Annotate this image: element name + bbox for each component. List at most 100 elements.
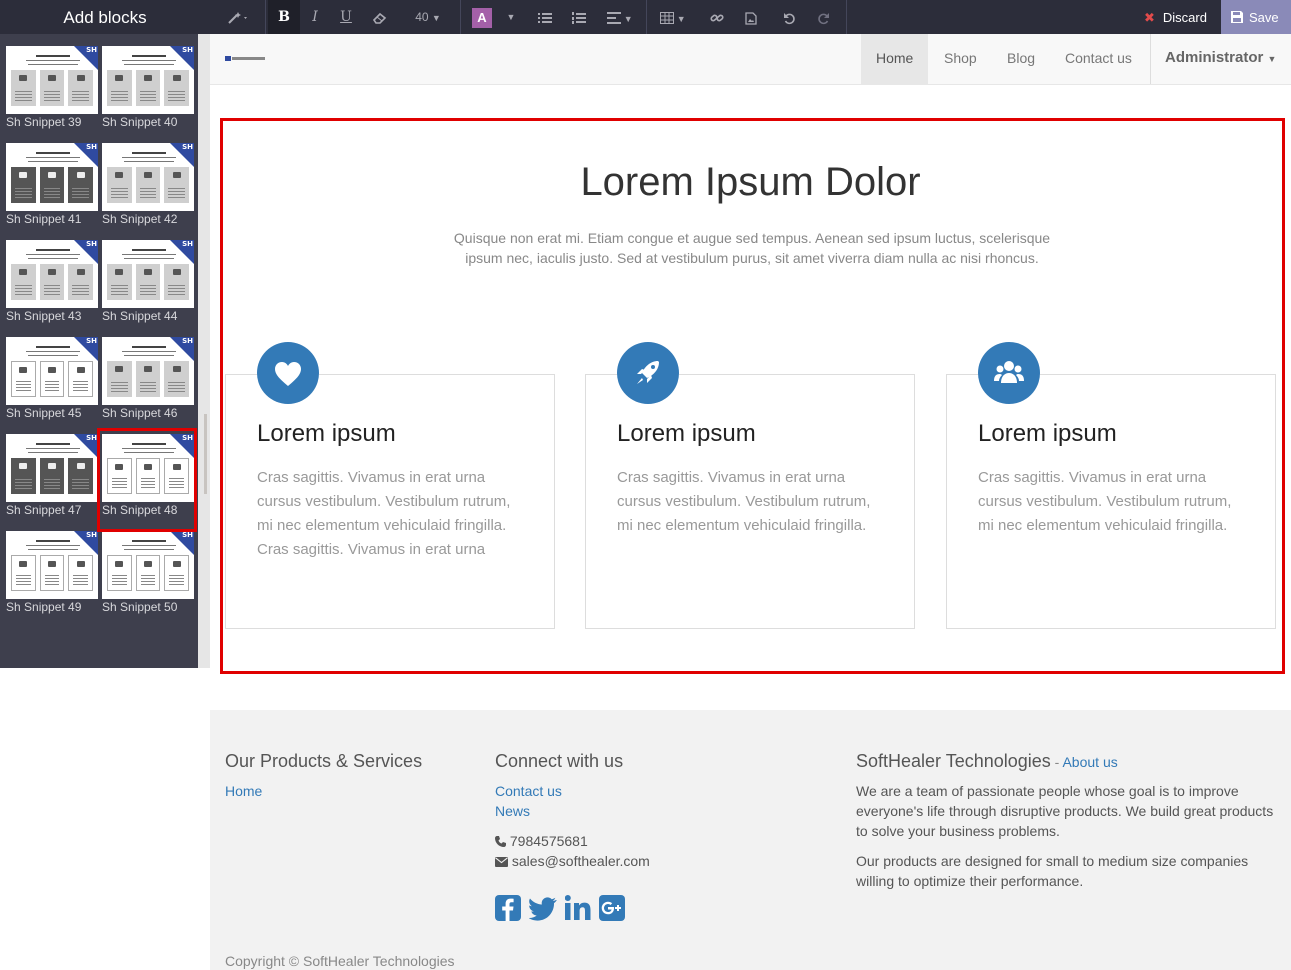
snippet-thumbnail[interactable]: SH	[102, 240, 194, 308]
undo-button[interactable]	[776, 0, 802, 34]
footer-email: sales@softhealer.com	[495, 853, 650, 869]
caret-down-icon: ▼	[1267, 54, 1277, 64]
discard-button[interactable]: ✖ Discard	[1132, 0, 1221, 34]
nav-blog[interactable]: Blog	[992, 34, 1050, 84]
snippet-sidebar: Add blocks SH Sh Snippet 39 SH Sh Snippet 4…	[0, 0, 210, 668]
nav-contact-us[interactable]: Contact us	[1050, 34, 1147, 84]
snippet-label[interactable]: Sh Snippet 46	[102, 406, 177, 420]
table-dropdown[interactable]: ▼	[656, 0, 690, 34]
footer-link-news[interactable]: News	[495, 803, 530, 819]
snippet-thumbnail[interactable]: SH	[6, 434, 98, 502]
thumbnail-column	[39, 458, 65, 494]
snippet-thumbnail[interactable]: SH	[6, 143, 98, 211]
sidebar-scrollbar[interactable]	[198, 34, 210, 668]
thumbnail-column	[164, 264, 190, 300]
site-navbar: Home Shop Blog Contact us Administrator …	[210, 34, 1291, 85]
align-dropdown[interactable]: ▼	[604, 0, 636, 34]
snippet-label[interactable]: Sh Snippet 41	[6, 212, 81, 226]
card-title-1: Lorem ipsum	[257, 420, 396, 447]
bullet-list-button[interactable]	[532, 0, 558, 34]
footer-link-home[interactable]: Home	[225, 783, 262, 799]
snippet-thumbnail[interactable]: SH	[6, 46, 98, 114]
snippet-label[interactable]: Sh Snippet 43	[6, 309, 81, 323]
color-dropdown-caret[interactable]: ▼	[500, 0, 522, 34]
image-button[interactable]	[738, 0, 764, 34]
bullet-list-icon	[538, 13, 552, 24]
snippet-label[interactable]: Sh Snippet 47	[6, 503, 81, 517]
magic-wand-dropdown[interactable]	[224, 0, 254, 34]
underline-button[interactable]: U	[330, 0, 362, 34]
italic-button[interactable]: I	[300, 0, 330, 34]
snippet-thumbnail[interactable]: SH	[102, 531, 194, 599]
numbered-list-icon	[572, 12, 586, 25]
softhealer-logo[interactable]	[225, 56, 265, 61]
snippet-thumbnail[interactable]: SH	[6, 240, 98, 308]
thumbnail-column	[11, 70, 36, 106]
footer-link-about-us[interactable]: About us	[1062, 754, 1117, 770]
magic-wand-icon	[228, 12, 247, 25]
editor-toolbar: B I U 40 ▼ A ▼ ▼ ▼	[210, 0, 1291, 34]
sh-badge-text: SH	[182, 531, 193, 539]
eraser-button[interactable]	[365, 0, 395, 34]
thumbnail-column	[135, 361, 161, 397]
eraser-icon	[372, 13, 387, 25]
twitter-icon[interactable]	[529, 895, 557, 921]
nav-shop[interactable]: Shop	[929, 34, 992, 84]
snippet-label[interactable]: Sh Snippet 50	[102, 600, 177, 614]
snippet-thumbnail[interactable]: SH	[102, 46, 194, 114]
snippet-label[interactable]: Sh Snippet 42	[102, 212, 177, 226]
thumbnail-column	[68, 264, 94, 300]
footer-link-contact-us[interactable]: Contact us	[495, 783, 562, 799]
card-text-3: Cras sagittis. Vivamus in erat urna curs…	[978, 469, 1232, 534]
snippet-label[interactable]: Sh Snippet 39	[6, 115, 81, 129]
snippet-label[interactable]: Sh Snippet 49	[6, 600, 81, 614]
snippet-thumbnail[interactable]: SH	[6, 531, 98, 599]
sh-badge-text: SH	[86, 531, 97, 539]
sidebar-title: Add blocks	[0, 0, 210, 34]
align-left-icon	[607, 12, 622, 25]
table-icon	[660, 12, 675, 25]
snippet-thumbnail[interactable]: SH	[102, 337, 194, 405]
snippet-label[interactable]: Sh Snippet 45	[6, 406, 81, 420]
section-subtitle: Quisque non erat mi. Etiam congue et aug…	[453, 230, 1051, 266]
nav-home[interactable]: Home	[861, 34, 929, 84]
google-plus-icon[interactable]	[599, 895, 625, 921]
sh-badge-text: SH	[182, 143, 193, 151]
phone-number: 7984575681	[509, 833, 588, 849]
heart-icon	[257, 342, 319, 404]
snippet-label[interactable]: Sh Snippet 40	[102, 115, 177, 129]
thumbnail-column	[164, 70, 190, 106]
company-name: SoftHealer Technologies	[856, 751, 1051, 771]
thumbnail-column	[107, 361, 132, 397]
link-button[interactable]	[704, 0, 730, 34]
save-button[interactable]: Save	[1221, 0, 1291, 34]
section-title: Lorem Ipsum Dolor	[580, 160, 921, 204]
snippet-thumbnail[interactable]: SH	[102, 143, 194, 211]
thumbnail-column	[68, 361, 94, 397]
linkedin-icon[interactable]	[565, 895, 591, 921]
sh-badge-text: SH	[86, 337, 97, 345]
numbered-list-button[interactable]	[566, 0, 592, 34]
save-label: Save	[1249, 10, 1279, 25]
redo-button[interactable]	[810, 0, 836, 34]
thumbnail-column	[11, 458, 36, 494]
undo-icon	[783, 12, 795, 24]
email-address[interactable]: sales@softhealer.com	[512, 853, 650, 869]
bold-button[interactable]: B	[268, 0, 300, 34]
snippet-label[interactable]: Sh Snippet 44	[102, 309, 177, 323]
users-icon	[978, 342, 1040, 404]
thumbnail-column	[164, 361, 190, 397]
redo-icon	[817, 12, 829, 24]
thumbnail-column	[68, 458, 94, 494]
card-text-1: Cras sagittis. Vivamus in erat urna curs…	[257, 469, 511, 558]
facebook-icon[interactable]	[495, 895, 521, 921]
snippet-thumbnail[interactable]: SH	[6, 337, 98, 405]
text-color-button[interactable]: A	[468, 0, 496, 34]
sh-badge-text: SH	[86, 46, 97, 54]
font-size-dropdown[interactable]: 40 ▼	[408, 0, 448, 34]
thumbnail-column	[68, 167, 94, 203]
thumbnail-column	[135, 167, 161, 203]
thumbnail-column	[135, 555, 161, 591]
user-menu-dropdown[interactable]: Administrator ▼	[1150, 34, 1291, 84]
text-color-swatch: A	[472, 8, 492, 28]
